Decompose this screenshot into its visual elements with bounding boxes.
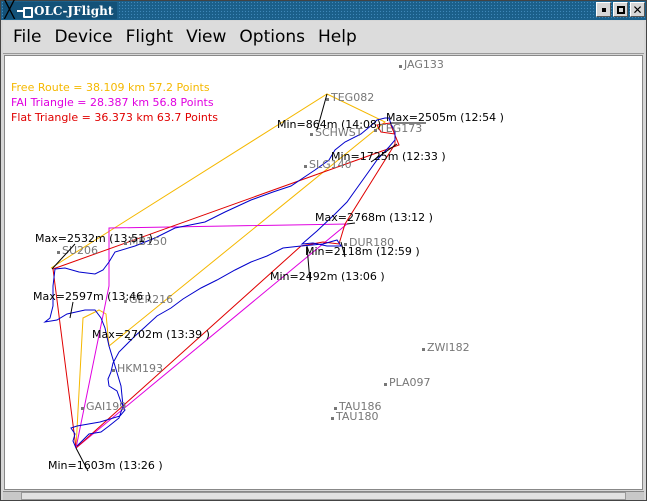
waypoint-marker	[326, 98, 329, 101]
waypoint-marker	[304, 165, 307, 168]
altitude-annotation: Max=2702m (13:39 )	[92, 328, 210, 341]
close-icon: ✕	[632, 2, 643, 17]
waypoint-label: PLA097	[389, 376, 431, 389]
waypoint-label: ZWI182	[427, 341, 470, 354]
window-title: OLC-JFlight	[34, 3, 114, 18]
altitude-annotation: Min=864m (14:08)	[277, 118, 381, 131]
pin-icon[interactable]	[17, 6, 33, 18]
window-menu-icon[interactable]: ╳	[3, 2, 16, 19]
menu-options[interactable]: Options	[239, 27, 305, 47]
waypoint-label: SU206	[62, 244, 98, 257]
altitude-annotation: Min=1725m (12:33 )	[331, 150, 446, 163]
altitude-annotation: Max=2505m (12:54 )	[386, 111, 504, 124]
altitude-annotation: Max=2597m (13:46 )	[33, 290, 151, 303]
app-window: ╳ OLC-JFlight ✕ File Device Flight View …	[0, 0, 647, 501]
legend-free-route: Free Route = 38.109 km 57.2 Points	[11, 81, 210, 94]
score-legend: Free Route = 38.109 km 57.2 Points FAI T…	[11, 80, 218, 125]
horizontal-scrollbar[interactable]	[3, 491, 644, 500]
waypoint-marker	[57, 251, 60, 254]
waypoint-label: JAG133	[403, 58, 444, 71]
maximize-icon	[616, 5, 625, 14]
menu-device[interactable]: Device	[54, 27, 112, 47]
title-bar[interactable]: ╳ OLC-JFlight ✕	[1, 1, 646, 20]
menu-view[interactable]: View	[186, 27, 226, 47]
waypoint-marker	[112, 369, 115, 372]
minimize-icon	[601, 7, 606, 12]
altitude-annotation: Min=2492m (13:06 )	[270, 270, 385, 283]
altitude-annotation: Min=2118m (12:59 )	[305, 245, 420, 258]
minimize-button[interactable]	[596, 2, 611, 17]
waypoint-marker	[384, 383, 387, 386]
scrollbar-thumb[interactable]	[21, 492, 626, 500]
altitude-annotation: Min=1603m (13:26 )	[48, 459, 163, 472]
legend-flat-triangle: Flat Triangle = 36.373 km 63.7 Points	[11, 111, 218, 124]
waypoint-label: TEG082	[330, 91, 374, 104]
menu-file[interactable]: File	[13, 27, 41, 47]
menu-help[interactable]: Help	[318, 27, 357, 47]
waypoint-marker	[331, 417, 334, 420]
maximize-button[interactable]	[613, 2, 628, 17]
waypoint-marker	[310, 133, 313, 136]
altitude-annotation: Max=2532m (13:51 )	[35, 232, 153, 245]
title-left: ╳ OLC-JFlight	[3, 2, 118, 19]
altitude-annotation: Max=2768m (13:12 )	[315, 211, 433, 224]
close-button[interactable]: ✕	[630, 2, 645, 17]
waypoint-marker	[81, 407, 84, 410]
window-controls: ✕	[596, 2, 645, 17]
legend-fai-triangle: FAI Triangle = 28.387 km 56.8 Points	[11, 96, 214, 109]
waypoint-marker	[422, 348, 425, 351]
flight-map-canvas[interactable]: JAG133 TEG082 SCHWST TEG173 SLG140 DUR180 SU20…	[4, 55, 643, 490]
waypoint-label: TAU180	[335, 410, 378, 423]
waypoint-marker	[399, 65, 402, 68]
menu-bar: File Device Flight View Options Help	[3, 21, 644, 54]
annotation-leader-line	[69, 301, 74, 319]
menu-flight[interactable]: Flight	[126, 27, 173, 47]
waypoint-label: HKM193	[117, 362, 163, 375]
waypoint-label: GAI199	[86, 400, 126, 413]
